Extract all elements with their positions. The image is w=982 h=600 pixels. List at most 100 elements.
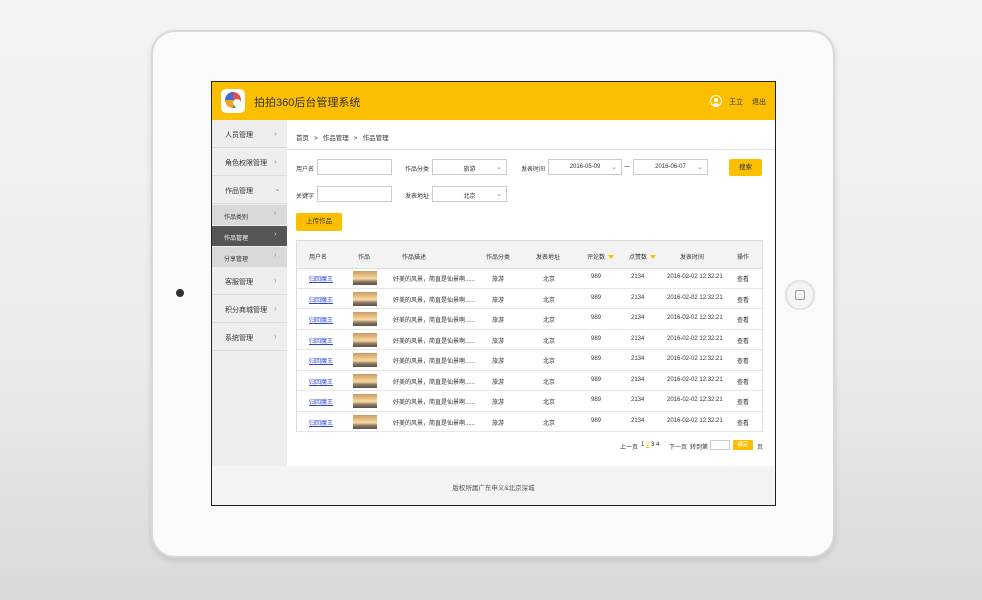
column-header-action: 操作	[737, 255, 750, 261]
next-page-link[interactable]: 下一页	[669, 442, 687, 451]
publish-time-cell: 2016-02-02 12:32:21	[667, 376, 723, 383]
username-link[interactable]: 归回魔王	[309, 336, 333, 345]
view-link[interactable]: 查看	[737, 336, 749, 345]
view-link[interactable]: 查看	[737, 377, 749, 386]
keyword-input[interactable]	[317, 186, 392, 202]
work-thumbnail[interactable]	[353, 394, 377, 408]
page-numbers: 1 2 3 4	[641, 442, 659, 448]
sidebar-item-roles[interactable]: 角色权限管理 ›	[212, 148, 287, 176]
divider	[287, 149, 775, 150]
work-thumbnail[interactable]	[353, 312, 377, 326]
category-selected-value: 旅游	[463, 167, 476, 173]
location-select[interactable]: 北京 ⌄	[432, 186, 507, 202]
work-thumbnail[interactable]	[353, 373, 377, 388]
logout-link[interactable]: 退出	[752, 97, 766, 107]
breadcrumb-home[interactable]: 首页	[296, 135, 309, 142]
goto-page-input[interactable]	[710, 440, 730, 450]
location-cell: 北京	[543, 297, 556, 304]
work-thumbnail[interactable]	[353, 332, 377, 347]
table-row: 归回魔王 好美的风景，简直是仙景啊...... 旅游 北京 989 2134 2016-02…	[297, 289, 762, 309]
table-row: 归回魔王 好美的风景，简直是仙景啊...... 旅游 北京 989 2134 2016-02…	[297, 371, 762, 391]
username-link[interactable]: 归回魔王	[309, 397, 333, 406]
username-link[interactable]: 归回魔王	[309, 274, 333, 283]
view-link[interactable]: 查看	[737, 356, 749, 365]
home-button[interactable]	[785, 280, 815, 310]
username-link[interactable]: 归回魔王	[309, 356, 333, 365]
username-link[interactable]: 归回魔王	[309, 295, 333, 304]
sidebar-subitem-label: 作品管理	[224, 236, 249, 242]
page-link[interactable]: 3	[651, 442, 654, 448]
description-cell: 好美的风景，简直是仙景啊......	[393, 420, 476, 427]
likes-count: 2134	[631, 417, 645, 424]
sidebar-subitem-share-management[interactable]: 分享管理 ›	[212, 247, 287, 267]
category-cell: 旅游	[492, 277, 505, 283]
work-thumbnail[interactable]	[353, 291, 377, 306]
sidebar-item-system[interactable]: 系统管理 ›	[212, 323, 287, 351]
copyright-text: 版权所属广东申义&北京深城	[452, 485, 535, 492]
username-link[interactable]: 归回魔王	[309, 315, 333, 324]
main-content: 首页 > 作品管理 > 作品管理 用户名 作品分类 旅游 ⌄ 发表时间 2016-05-…	[287, 120, 775, 466]
camera-lens-icon	[225, 92, 241, 108]
sort-icon[interactable]	[650, 255, 657, 260]
upload-work-button[interactable]: 上传作品	[296, 213, 342, 231]
sort-icon[interactable]	[608, 255, 615, 260]
description-cell: 好美的风景，简直是仙景啊......	[393, 359, 476, 365]
username-input[interactable]	[317, 159, 392, 175]
view-link[interactable]: 查看	[737, 274, 749, 283]
breadcrumb-current: 作品管理	[362, 135, 389, 142]
search-button[interactable]: 搜索	[729, 159, 762, 176]
chevron-right-icon: ›	[274, 304, 277, 313]
location-cell: 北京	[543, 379, 556, 386]
page-link-current[interactable]: 2	[646, 442, 649, 448]
comments-count: 989	[591, 376, 602, 383]
publish-time-cell: 2016-02-02 12:32:21	[667, 335, 723, 342]
column-header-username: 用户名	[309, 255, 328, 261]
table-row: 归回魔王 好美的风景，简直是仙景啊...... 旅游 北京 989 2134 2016-02…	[297, 412, 762, 432]
sidebar-item-works[interactable]: 作品管理 ⌄	[212, 176, 287, 204]
sidebar-item-customer-service[interactable]: 客服管理 ›	[212, 267, 287, 295]
view-link[interactable]: 查看	[737, 315, 749, 324]
sidebar-subitem-work-category[interactable]: 作品类别 ›	[212, 205, 287, 225]
table-header: 用户名 作品 作品描述 作品分类 发表地址 评论数 点赞数 发表时间 操作	[297, 241, 762, 269]
category-select[interactable]: 旅游 ⌄	[432, 159, 507, 175]
location-selected-value: 北京	[463, 194, 476, 200]
breadcrumb: 首页 > 作品管理 > 作品管理	[296, 132, 389, 142]
work-thumbnail[interactable]	[353, 353, 377, 367]
column-header-publish-time: 发表时间	[680, 255, 705, 261]
camera-icon	[176, 289, 184, 297]
username-link[interactable]: 归回魔王	[309, 418, 333, 427]
confirm-page-button[interactable]: 确定	[733, 440, 753, 450]
table-row: 归回魔王 好美的风景，简直是仙景啊...... 旅游 北京 989 2134 2016-02…	[297, 350, 762, 371]
view-link[interactable]: 查看	[737, 397, 749, 406]
user-icon[interactable]	[710, 95, 722, 107]
work-thumbnail[interactable]	[353, 414, 377, 429]
date-end-picker[interactable]: 2016-06-07 ⌄	[633, 159, 708, 175]
page-link[interactable]: 4	[656, 442, 659, 448]
description-cell: 好美的风景，简直是仙景啊......	[393, 400, 476, 406]
page-link[interactable]: 1	[641, 442, 644, 448]
sidebar-item-points-mall[interactable]: 积分商城管理 ›	[212, 295, 287, 323]
comments-count: 989	[591, 356, 602, 362]
date-start-picker[interactable]: 2016-05-09 ⌄	[548, 159, 622, 175]
likes-count: 2134	[631, 294, 645, 301]
description-cell: 好美的风景，简直是仙景啊......	[393, 318, 476, 324]
publish-time-cell: 2016-02-02 12:32:21	[667, 315, 723, 321]
likes-count: 2134	[631, 274, 645, 280]
username-link[interactable]: 归回魔王	[309, 377, 333, 386]
description-cell: 好美的风景，简直是仙景啊......	[393, 277, 476, 283]
top-header: 拍拍360后台管理系统 王立 退出	[212, 82, 775, 120]
work-thumbnail[interactable]	[353, 271, 377, 285]
current-user-name[interactable]: 王立	[729, 97, 743, 107]
column-header-likes[interactable]: 点赞数	[629, 252, 657, 261]
likes-count: 2134	[631, 376, 645, 383]
breadcrumb-works[interactable]: 作品管理	[323, 135, 349, 142]
view-link[interactable]: 查看	[737, 295, 749, 304]
sidebar-subitem-work-management[interactable]: 作品管理 ›	[212, 226, 287, 246]
category-cell: 旅游	[492, 379, 505, 386]
sidebar-subitem-label: 分享管理	[224, 257, 249, 263]
sidebar-item-personnel[interactable]: 人员管理 ›	[212, 120, 287, 148]
view-link[interactable]: 查看	[737, 418, 749, 427]
publish-date-label: 发表时间	[521, 167, 546, 173]
prev-page-link[interactable]: 上一页	[620, 442, 638, 451]
column-header-comments[interactable]: 评论数	[587, 252, 615, 261]
